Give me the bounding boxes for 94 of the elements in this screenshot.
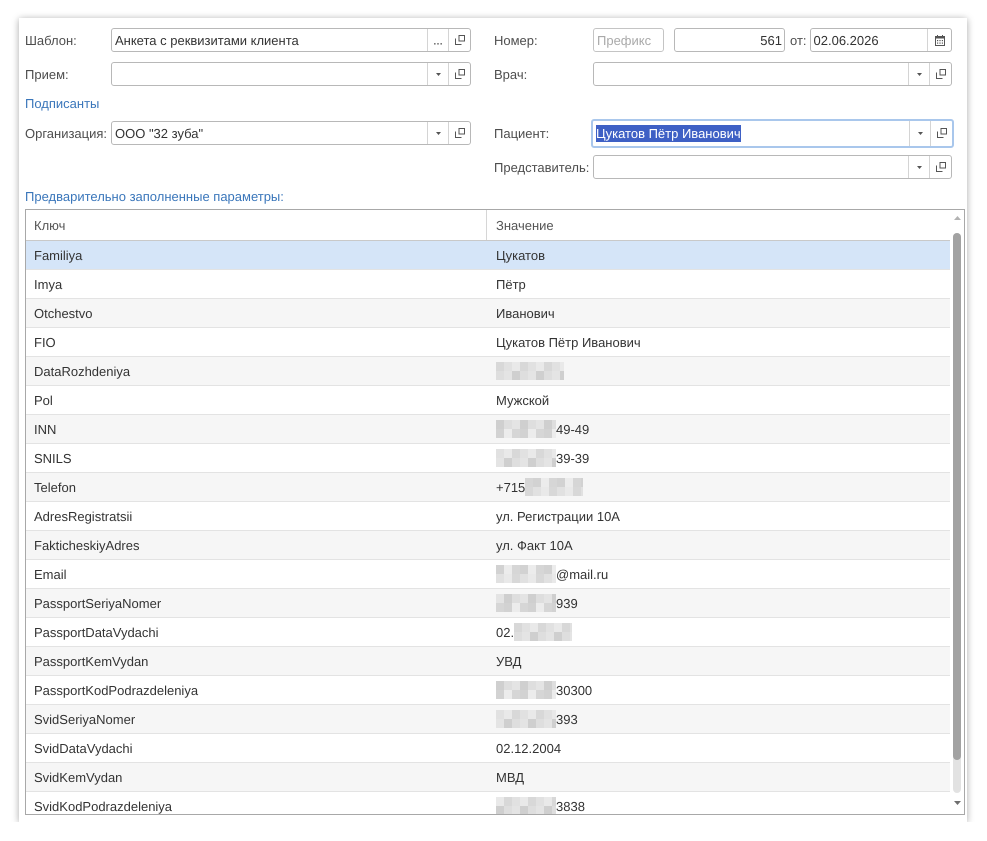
table-cell-text: FIO bbox=[33, 334, 57, 352]
dropdown-field[interactable] bbox=[593, 155, 952, 179]
table-cell-text: 02.12.2004 bbox=[495, 740, 562, 758]
pixelated-redaction bbox=[525, 478, 584, 496]
table-cell: @mail.ru bbox=[556, 566, 608, 582]
pixelated-redaction bbox=[514, 623, 572, 641]
section-title: Предварительно заполненные параметры: bbox=[25, 190, 284, 204]
table-row[interactable]: FakticheskiyAdres ул. Факт 10А bbox=[26, 531, 950, 560]
table-cell-text: МВД bbox=[495, 768, 526, 787]
pixelated-redaction bbox=[496, 797, 556, 814]
table-cell-text: ул. Регистрации 10А bbox=[495, 508, 621, 526]
pixelated-redaction bbox=[496, 565, 556, 583]
table-cell-text: Цукатов Пётр Иванович bbox=[495, 334, 642, 352]
table-cell-text: AdresRegistratsii bbox=[33, 508, 134, 526]
table-cell-text: SvidKemVydan bbox=[33, 768, 124, 787]
select-field[interactable]: Анкета с реквизитами клиента bbox=[111, 28, 471, 52]
table-cell-text: SvidDataVydachi bbox=[33, 740, 134, 758]
table-row[interactable]: SvidKemVydan МВД bbox=[26, 763, 950, 792]
dropdown-field[interactable] bbox=[111, 62, 471, 86]
overlapping-squares-icon bbox=[936, 128, 946, 138]
caret-icon bbox=[436, 72, 440, 76]
dropdown-field[interactable]: Цукатов Пётр Иванович bbox=[591, 118, 954, 148]
caret-icon bbox=[916, 72, 922, 76]
table-cell: +715 bbox=[496, 480, 526, 494]
table-row[interactable]: Telefon +715 bbox=[26, 473, 950, 502]
prefix-field[interactable]: Префикс bbox=[593, 28, 664, 52]
field-label: Шаблон: bbox=[25, 32, 77, 48]
calendar-icon bbox=[934, 34, 944, 46]
overlapping-squares-icon bbox=[936, 162, 946, 172]
table-cell: 393 bbox=[556, 712, 578, 726]
table-cell-text: PassportKemVydan bbox=[33, 652, 150, 671]
table-cell-text: FakticheskiyAdres bbox=[33, 536, 140, 555]
field-label: от: bbox=[790, 32, 807, 48]
table-cell: 3838 bbox=[556, 798, 585, 814]
table-cell-text: Пётр bbox=[495, 276, 527, 294]
table-cell-text: УВД bbox=[495, 652, 522, 671]
table-cell: 39-39 bbox=[556, 450, 590, 466]
table-cell-text: Pol bbox=[33, 392, 54, 410]
pixelated-redaction bbox=[496, 449, 556, 467]
table-cell-text: Иванович bbox=[495, 304, 556, 322]
overlapping-squares-icon bbox=[454, 35, 464, 45]
table-row[interactable]: SvidSeriyaNomer 393 bbox=[26, 705, 950, 734]
field-label: Прием: bbox=[25, 66, 69, 82]
column-header[interactable]: Значение bbox=[487, 210, 950, 240]
dropdown-field[interactable] bbox=[593, 62, 952, 86]
table-row[interactable]: Otchestvo Иванович bbox=[26, 299, 950, 328]
table-row[interactable]: PassportSeriyaNomer 939 bbox=[26, 589, 950, 618]
pixelated-redaction bbox=[496, 362, 564, 380]
table-row[interactable]: INN 49-49 bbox=[26, 415, 950, 444]
table-cell-text: PassportKodPodrazdeleniya bbox=[33, 682, 200, 700]
overlapping-squares-icon bbox=[454, 128, 464, 138]
table-cell-text: Imya bbox=[33, 276, 64, 294]
pixelated-redaction bbox=[496, 594, 556, 612]
field-label: Представитель: bbox=[494, 160, 590, 174]
table-cell-text: Цукатов bbox=[495, 246, 546, 265]
table-cell-text: Otchestvo bbox=[33, 304, 94, 322]
table-cell: 939 bbox=[556, 596, 578, 610]
caret-icon bbox=[436, 132, 440, 134]
table-cell: 49-49 bbox=[556, 422, 590, 436]
table-cell-text: Email bbox=[33, 566, 68, 584]
field-label: Организация: bbox=[25, 126, 108, 140]
table-row[interactable]: PassportKemVydan УВД bbox=[26, 647, 950, 676]
pixelated-redaction bbox=[496, 681, 556, 699]
field-label: Номер: bbox=[494, 32, 538, 48]
table-cell-text: ул. Факт 10А bbox=[495, 536, 574, 555]
table-cell-text: Familiya bbox=[33, 246, 84, 265]
table-cell: 02. bbox=[496, 624, 514, 640]
field-label: Врач: bbox=[494, 66, 528, 82]
table-cell-text: PassportSeriyaNomer bbox=[33, 594, 162, 613]
date-field[interactable]: 02.06.2026 bbox=[810, 28, 952, 52]
scroll-down-icon[interactable] bbox=[954, 801, 960, 805]
table-row[interactable]: DataRozhdeniya bbox=[26, 357, 950, 386]
dropdown-field[interactable]: ООО "32 зуба" bbox=[111, 121, 471, 145]
caret-icon bbox=[918, 132, 922, 134]
pixelated-redaction bbox=[496, 710, 556, 728]
table-cell-text: Telefon bbox=[33, 478, 77, 496]
table-cell: 30300 bbox=[556, 682, 592, 698]
scroll-up-icon[interactable] bbox=[954, 216, 960, 220]
pixelated-redaction bbox=[496, 420, 556, 438]
table-cell-text: SvidKodPodrazdeleniya bbox=[33, 798, 174, 814]
number-field[interactable]: 561 bbox=[674, 28, 785, 52]
table-cell-text: PassportDataVydachi bbox=[33, 624, 160, 642]
overlapping-squares-icon bbox=[936, 69, 946, 79]
table-cell-text: DataRozhdeniya bbox=[33, 362, 132, 381]
table-row[interactable]: Familiya Цукатов bbox=[26, 241, 950, 270]
table-cell-text: SNILS bbox=[33, 450, 73, 468]
table-cell-text: SvidSeriyaNomer bbox=[33, 710, 136, 729]
overlapping-squares-icon bbox=[454, 69, 464, 79]
table-cell-text: Мужской bbox=[495, 392, 550, 410]
caret-icon bbox=[916, 166, 922, 168]
section-title: Подписанты bbox=[25, 96, 100, 111]
table-cell-text: INN bbox=[33, 420, 58, 438]
column-header[interactable]: Ключ bbox=[26, 210, 487, 240]
field-label: Пациент: bbox=[494, 126, 550, 140]
